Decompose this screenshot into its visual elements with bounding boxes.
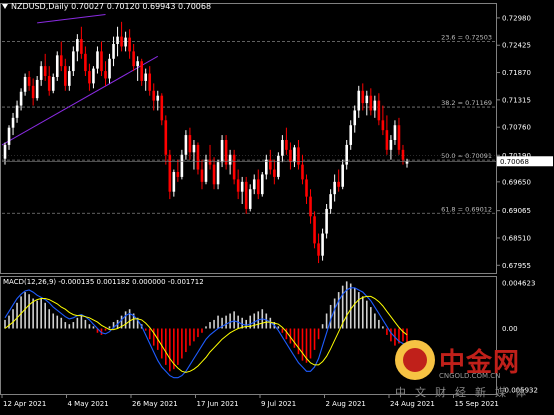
dropdown-triangle-icon [2, 4, 8, 9]
candle [232, 149, 236, 185]
date-tick-label: 2 Aug 2021 [326, 400, 366, 408]
date-tick-label: 15 Sep 2021 [455, 400, 499, 408]
candle [277, 152, 280, 180]
price-tick-label: 0.72425 [502, 42, 531, 50]
macd-indicator-label: MACD(12,26,9) -0.000135 0.001182 0.00000… [3, 278, 204, 286]
candle [168, 149, 172, 200]
candle [325, 204, 328, 239]
candle [55, 51, 59, 81]
price-tick-label: 0.69065 [502, 207, 531, 215]
candle [224, 135, 228, 170]
watermark: 中金网 CNGOLD.COM.CN 中文财经新媒体 [395, 340, 545, 400]
date-tick-label: 26 May 2021 [132, 400, 178, 408]
candle [260, 172, 264, 197]
fib-label: 61.8 = 0.69012 [441, 205, 492, 213]
price-tick-label: 0.67955 [502, 262, 531, 270]
candle [313, 211, 316, 249]
macd-tick-label: 0.00 [502, 325, 518, 333]
date-tick-label: 9 Jul 2021 [261, 400, 296, 408]
date-tick-label: 24 Aug 2021 [390, 400, 435, 408]
price-tick-label: 0.68510 [502, 234, 531, 242]
price-tick-label: 0.69650 [502, 178, 531, 186]
chart-window[interactable]: 23.6 = 0.72503 38.2 = 0.71169 50.0 = 0.700… [0, 0, 554, 411]
logo-icon [395, 340, 435, 380]
date-tick-label: 17 Jun 2021 [197, 400, 239, 408]
date-tick-label: 12 Apr 2021 [3, 400, 46, 408]
price-tick-label: 0.72980 [502, 14, 531, 22]
price-tick-label: 0.70760 [502, 124, 531, 132]
watermark-tagline: 中文财经新媒体 [395, 386, 535, 399]
macd-tick-label: 0.004623 [502, 280, 535, 288]
ticker-high: 0.70120 [106, 2, 140, 11]
fib-label: 38.2 = 0.71169 [441, 99, 492, 107]
ticker-close: 0.70068 [177, 2, 212, 11]
price-tick-label: 0.71315 [502, 96, 531, 104]
ticker-low: 0.69943 [142, 2, 176, 11]
symbol-ticker: NZDUSD,Daily 0.70027 0.70120 0.69943 0.7… [2, 2, 211, 12]
watermark-url: CNGOLD.COM.CN [439, 372, 501, 380]
ticker-symbol: NZDUSD,Daily [11, 2, 69, 11]
fib-label: 23.6 = 0.72503 [441, 33, 492, 41]
ticker-open: 0.70027 [71, 2, 105, 11]
fib-label: 50.0 = 0.70091 [441, 152, 492, 160]
price-tick-label: 0.71870 [502, 69, 531, 77]
date-tick-label: 4 May 2021 [68, 400, 109, 408]
candle [244, 176, 248, 214]
current-price-label: 0.70068 [500, 158, 529, 166]
